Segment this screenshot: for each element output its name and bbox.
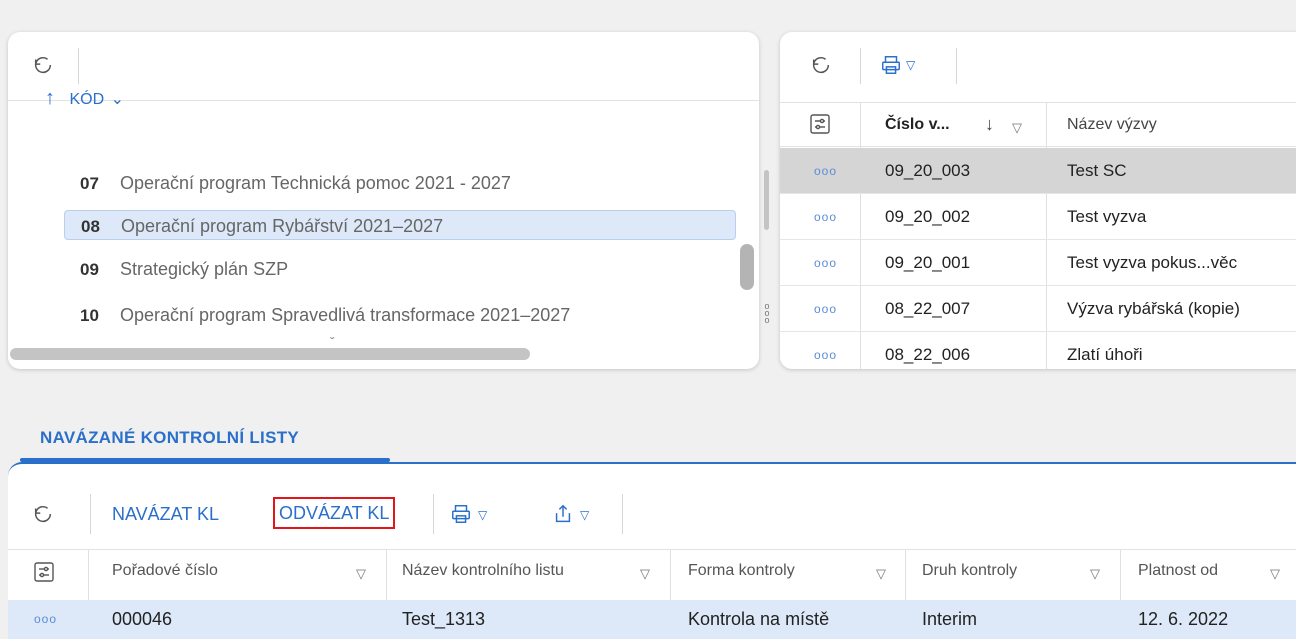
col-header-forma-kontroly[interactable]: Forma kontroly [688, 562, 795, 580]
sort-ascending-icon: ↑ [45, 87, 55, 109]
column-divider [905, 550, 906, 600]
print-icon[interactable] [880, 54, 902, 81]
toolbar-divider [90, 494, 91, 534]
col-header-druh-kontroly[interactable]: Druh kontroly [922, 562, 1017, 580]
more-dots-icon[interactable]: ooo [814, 286, 837, 332]
table-row[interactable]: ooo 09_20_003 Test SC [780, 148, 1296, 194]
cell-cislo: 09_20_003 [885, 161, 971, 180]
column-settings-icon[interactable] [34, 562, 54, 587]
cell-cislo: 09_20_002 [885, 207, 971, 226]
cell-nazev: Zlatí úhoři [1067, 345, 1143, 364]
vertical-scrollbar-thumb[interactable] [740, 244, 754, 290]
toolbar-divider [78, 48, 79, 84]
refresh-icon[interactable] [810, 54, 832, 80]
tree-item-code: 09 [80, 260, 99, 279]
toolbar-divider [956, 48, 957, 84]
scroll-track[interactable] [764, 170, 769, 230]
filter-icon[interactable]: ▽ [1270, 566, 1280, 582]
cell-platnost-od: 12. 6. 2022 [1138, 609, 1229, 629]
cell-nazev-kontrolniho-listu: Test_1313 [402, 609, 486, 629]
col-header-platnost-od[interactable]: Platnost od [1138, 562, 1218, 580]
cell-nazev: Test SC [1067, 161, 1127, 180]
toolbar-bottom-border [780, 102, 1296, 103]
tree-item[interactable]: 07 Operační program Technická pomoc 2021 … [64, 168, 736, 198]
header-bottom-border [780, 146, 1296, 147]
refresh-icon[interactable] [32, 503, 54, 530]
more-dots-icon[interactable]: ooo [814, 194, 837, 240]
tree-item-code: 08 [81, 217, 100, 236]
cell-cislo: 08_22_006 [885, 345, 971, 364]
tree-item[interactable]: 09 Strategický plán SZP [64, 254, 736, 284]
col-header-nazev-kontrolniho-listu[interactable]: Název kontrolního listu [402, 562, 564, 580]
toolbar-divider [860, 48, 861, 84]
column-divider [1120, 550, 1121, 600]
table-row[interactable]: ooo 08_22_006 Zlatí úhoři [780, 332, 1296, 369]
tree-item-label: Operační program Technická pomoc 2021 - … [120, 173, 511, 193]
tree-item-label: Strategický plán SZP [120, 259, 289, 279]
col-header-cislo[interactable]: Číslo v... [885, 116, 950, 134]
tree-item-code: 07 [80, 174, 99, 193]
cell-cislo: 09_20_001 [885, 253, 971, 272]
filter-icon[interactable]: ▽ [876, 566, 886, 582]
toolbar-divider [433, 494, 434, 534]
column-divider [386, 550, 387, 600]
odvazat-kl-button[interactable]: ODVÁZAT KL [273, 497, 396, 529]
sort-label: KÓD [69, 91, 105, 108]
cell-nazev: Test vyzva [1067, 207, 1147, 226]
tab-navazane-kontrolni-listy[interactable]: NAVÁZANÉ KONTROLNÍ LISTY [40, 428, 299, 448]
column-divider [88, 550, 89, 600]
tree-item[interactable]: 10 Operační program Spravedlivá transform… [64, 300, 736, 330]
table-row[interactable]: ooo 000046 Test_1313 Kontrola na místě I… [8, 600, 1296, 639]
calls-grid-panel: ▽ Číslo v... ↓ ▽ Název výzvy ooo 09_20_0… [780, 32, 1296, 369]
filter-icon[interactable]: ▽ [356, 566, 366, 582]
cell-nazev: Test vyzva pokus...věc [1067, 253, 1238, 272]
chevron-down-icon: ⌄ [110, 91, 124, 108]
toolbar-divider [622, 494, 623, 534]
refresh-icon[interactable] [32, 54, 54, 80]
export-dropdown-icon[interactable]: ▽ [580, 508, 589, 522]
table-row[interactable]: ooo 09_20_002 Test vyzva [780, 194, 1296, 240]
print-dropdown-icon[interactable]: ▽ [906, 58, 915, 72]
cell-poradove-cislo: 000046 [112, 609, 173, 629]
tree-item-label: Operační program Spravedlivá transformac… [120, 305, 571, 325]
column-settings-icon[interactable] [810, 114, 830, 139]
cell-forma-kontroly: Kontrola na místě [688, 609, 830, 629]
splitter-handle-icon[interactable]: ooo [762, 302, 772, 325]
filter-icon[interactable]: ▽ [1012, 120, 1022, 136]
more-dots-icon[interactable]: ooo [814, 332, 837, 369]
more-dots-icon[interactable]: ooo [34, 600, 57, 639]
table-row[interactable]: ooo 08_22_007 Výzva rybářská (kopie) [780, 286, 1296, 332]
tree-item-selected[interactable]: 08 Operační program Rybářství 2021–2027 [64, 210, 736, 240]
tree-item-code: 10 [80, 306, 99, 325]
toolbar-bottom-border [8, 549, 1296, 550]
more-dots-icon[interactable]: ooo [814, 148, 837, 194]
cell-nazev: Výzva rybářská (kopie) [1067, 299, 1240, 318]
navazat-kl-button[interactable]: NAVÁZAT KL [112, 500, 219, 528]
column-divider [670, 550, 671, 600]
print-dropdown-icon[interactable]: ▽ [478, 508, 487, 522]
print-icon[interactable] [450, 503, 472, 530]
cell-druh-kontroly: Interim [922, 609, 978, 629]
col-header-nazev[interactable]: Název výzvy [1067, 116, 1157, 134]
table-row[interactable]: ooo 09_20_001 Test vyzva pokus...věc [780, 240, 1296, 286]
filter-icon[interactable]: ▽ [1090, 566, 1100, 582]
more-dots-icon[interactable]: ooo [814, 240, 837, 286]
col-header-poradove-cislo[interactable]: Pořadové číslo [112, 562, 218, 580]
tree-item-label: Operační program Rybářství 2021–2027 [121, 216, 444, 236]
sort-header[interactable]: ↑ KÓD ⌄ [45, 87, 124, 110]
cell-cislo: 08_22_007 [885, 299, 971, 318]
horizontal-scrollbar-thumb[interactable] [10, 348, 530, 360]
sort-descending-icon[interactable]: ↓ [985, 114, 994, 135]
export-icon[interactable] [552, 503, 574, 530]
filter-icon[interactable]: ▽ [640, 566, 650, 582]
